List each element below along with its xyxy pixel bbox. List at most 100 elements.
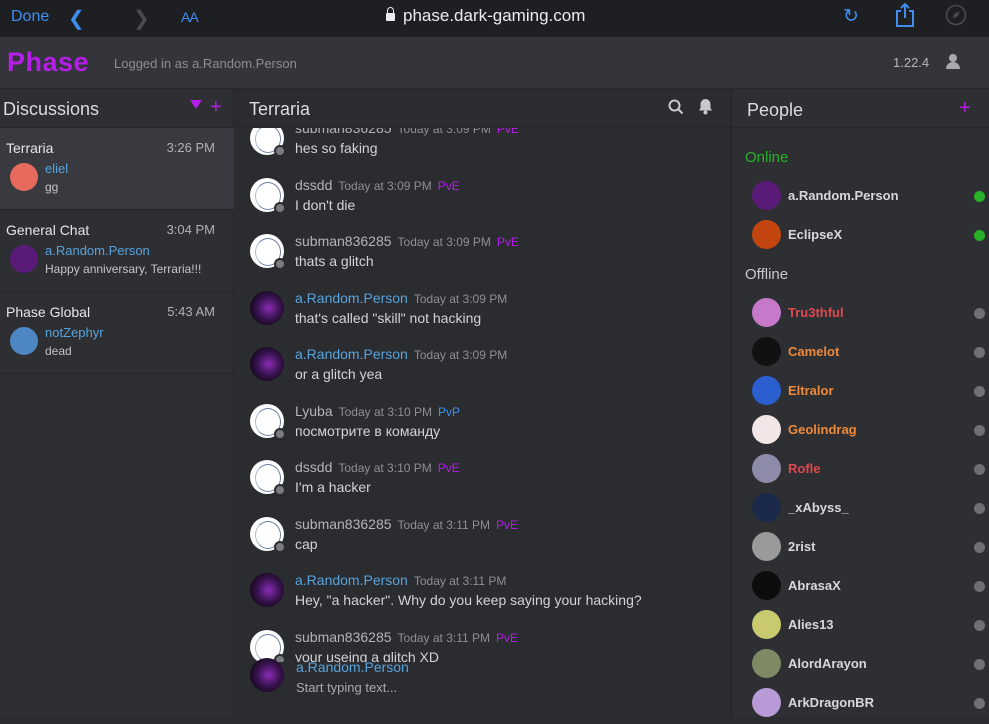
person-name: Tru3thful	[788, 305, 844, 320]
status-indicator	[274, 427, 286, 440]
message-item[interactable]: subman836285 Today at 3:11 PM PvE your usei…	[247, 628, 727, 662]
chat-panel: Terraria subman836285 Today at 3:09 PM PvE…	[235, 89, 731, 717]
discussion-item[interactable]: Terraria 3:26 PM eliel gg	[0, 128, 234, 210]
person-item[interactable]: Tru3thful	[732, 295, 989, 334]
person-item[interactable]: Geolindrag	[732, 412, 989, 451]
message-item[interactable]: dssdd Today at 3:10 PM PvE I'm a hacker	[247, 458, 727, 514]
message-item[interactable]: subman836285 Today at 3:11 PM PvE cap	[247, 515, 727, 571]
message-item[interactable]: subman836285 Today at 3:09 PM PvE thats a g…	[247, 232, 727, 288]
person-item[interactable]: AlordArayon	[732, 646, 989, 685]
browser-toolbar: Done ❮ ❯ AA phase.dark-gaming.com ↻	[0, 0, 989, 37]
message-item[interactable]: dssdd Today at 3:09 PM PvE I don't die	[247, 176, 727, 232]
message-text: I don't die	[295, 196, 356, 213]
message-header: dssdd Today at 3:10 PM PvE	[295, 459, 460, 475]
person-item[interactable]: EclipseX	[732, 217, 989, 256]
person-item[interactable]: 2rist	[732, 529, 989, 568]
message-text: I'm a hacker	[295, 479, 371, 495]
app-header: Phase Logged in as a.Random.Person 1.22.…	[0, 37, 989, 89]
person-item[interactable]: Camelot	[732, 334, 989, 373]
person-name: 2rist	[788, 539, 816, 554]
lock-icon	[386, 7, 395, 21]
forward-icon[interactable]: ❯	[133, 6, 150, 31]
filter-icon[interactable]	[190, 100, 202, 109]
avatar	[752, 298, 781, 327]
message-item[interactable]: a.Random.Person Today at 3:09 PM or a glit…	[247, 345, 727, 401]
avatar	[752, 493, 781, 522]
avatar	[752, 610, 781, 639]
reload-icon[interactable]: ↻	[843, 5, 859, 28]
status-dot	[974, 503, 985, 514]
message-username[interactable]: subman836285	[295, 128, 392, 136]
discussions-title: Discussions	[3, 99, 100, 119]
message-username[interactable]: subman836285	[295, 629, 392, 645]
message-text: that's called "skill" not hacking	[295, 309, 482, 326]
message-username[interactable]: subman836285	[295, 516, 392, 532]
avatar	[250, 403, 286, 440]
text-size-button[interactable]: AA	[181, 9, 199, 25]
person-item[interactable]: Eltralor	[732, 373, 989, 412]
discussions-panel: Discussions + Terraria 3:26 PM eliel gg Gene…	[0, 89, 234, 717]
url-text: phase.dark-gaming.com	[403, 6, 586, 25]
discussion-item[interactable]: General Chat 3:04 PM a.Random.Person Happy …	[0, 210, 234, 292]
avatar	[250, 573, 284, 607]
bell-icon[interactable]	[698, 98, 713, 120]
message-username[interactable]: a.Random.Person	[295, 290, 408, 306]
share-icon[interactable]	[894, 2, 916, 34]
message-header: subman836285 Today at 3:11 PM PvE	[295, 516, 518, 532]
message-time: Today at 3:11 PM	[413, 574, 507, 588]
message-text: посмотрите в команду	[295, 422, 441, 439]
app-version: 1.22.4	[893, 55, 930, 70]
message-item[interactable]: a.Random.Person Today at 3:11 PM Hey, "a h…	[247, 571, 727, 627]
back-icon[interactable]: ❮	[68, 6, 85, 31]
message-time: Today at 3:11 PM	[397, 517, 491, 532]
avatar	[752, 415, 781, 444]
compass-icon[interactable]	[945, 4, 967, 32]
discussion-last-message: gg	[45, 180, 59, 194]
message-username[interactable]: Lyuba	[295, 403, 333, 419]
avatar	[752, 571, 781, 600]
discussion-item[interactable]: Phase Global 5:43 AM notZephyr dead	[0, 292, 234, 374]
message-header: a.Random.Person Today at 3:11 PM	[295, 572, 512, 588]
online-section-label: Online	[745, 149, 789, 166]
message-username[interactable]: dssdd	[295, 459, 332, 475]
message-header: subman836285 Today at 3:09 PM PvE	[295, 128, 519, 136]
message-username[interactable]: dssdd	[295, 177, 332, 193]
user-icon[interactable]	[946, 54, 960, 69]
message-item[interactable]: subman836285 Today at 3:09 PM PvE hes so fa…	[247, 128, 727, 175]
avatar	[752, 688, 781, 717]
search-icon[interactable]	[668, 99, 684, 120]
message-mode-badge: PvE	[496, 517, 519, 532]
compose-area[interactable]: a.Random.Person Start typing text...	[235, 658, 731, 717]
add-discussion-icon[interactable]: +	[210, 97, 222, 117]
person-name: AlordArayon	[788, 656, 867, 671]
message-item[interactable]: a.Random.Person Today at 3:09 PM that's ca…	[247, 289, 727, 345]
message-username[interactable]: subman836285	[295, 233, 392, 249]
message-time: Today at 3:09 PM	[413, 348, 508, 362]
message-input[interactable]: Start typing text...	[296, 680, 397, 695]
avatar	[752, 649, 781, 678]
discussion-last-message: dead	[45, 344, 72, 358]
status-dot	[974, 698, 985, 709]
person-item[interactable]: AbrasaX	[732, 568, 989, 607]
message-username[interactable]: a.Random.Person	[295, 572, 408, 588]
person-item[interactable]: Rofle	[732, 451, 989, 490]
avatar	[250, 516, 286, 553]
message-text: or a glitch yea	[295, 366, 383, 382]
message-text: Hey, "a hacker". Why do you keep saying …	[295, 592, 642, 608]
add-person-icon[interactable]: +	[959, 98, 971, 118]
message-text: cap	[295, 535, 318, 552]
avatar	[10, 245, 38, 273]
status-indicator	[274, 484, 286, 496]
app-logo[interactable]: Phase	[7, 47, 89, 78]
message-time: Today at 3:09 PM	[338, 178, 432, 193]
person-item[interactable]: ArkDragonBR	[732, 685, 989, 724]
person-item[interactable]: Alies13	[732, 607, 989, 646]
message-item[interactable]: Lyuba Today at 3:10 PM PvP посмотрите в ком…	[247, 402, 727, 458]
address-bar[interactable]: phase.dark-gaming.com	[386, 6, 585, 26]
message-list[interactable]: subman836285 Today at 3:09 PM PvE hes so fa…	[235, 128, 731, 662]
message-username[interactable]: a.Random.Person	[295, 346, 408, 362]
done-button[interactable]: Done	[11, 8, 49, 26]
people-title: People	[747, 100, 804, 120]
person-item[interactable]: _xAbyss_	[732, 490, 989, 529]
person-item[interactable]: a.Random.Person	[732, 178, 989, 217]
